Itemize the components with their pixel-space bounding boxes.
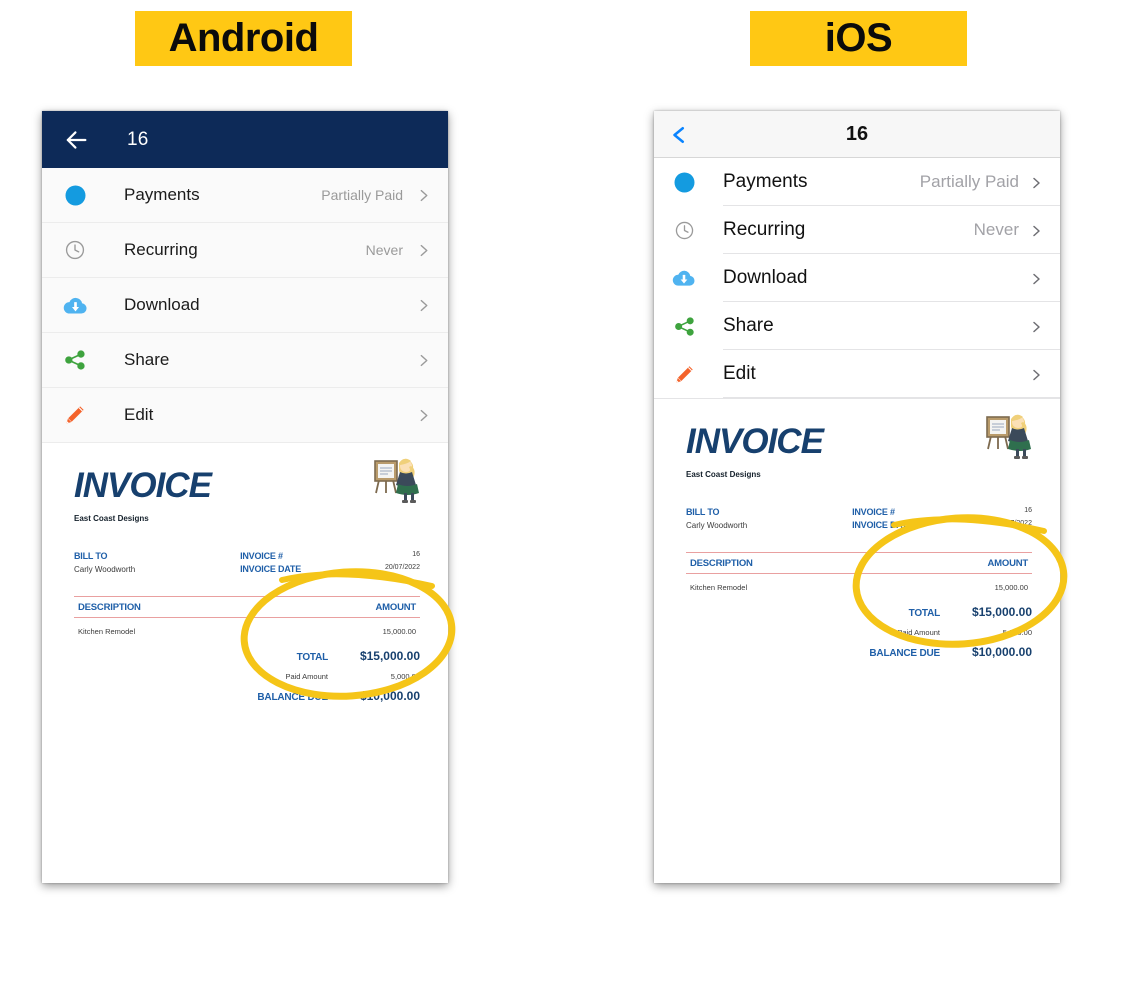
android-page-title: 16 <box>127 128 149 150</box>
android-row-edit[interactable]: Edit <box>42 388 448 443</box>
chevron-left-icon[interactable] <box>670 122 686 146</box>
chevron-right-icon <box>417 409 430 422</box>
invoice-bill-to-label: BILL TO <box>74 551 108 561</box>
invoice-total-label: TOTAL <box>296 652 329 663</box>
payments-dot-icon <box>672 170 696 194</box>
android-row-label: Download <box>124 295 200 314</box>
ios-row-recurring[interactable]: Recurring Never <box>654 206 1060 254</box>
invoice-line-item-amount: 15,000.00 <box>382 627 416 636</box>
invoice-paid-value: 5,000.00 <box>1002 628 1032 637</box>
android-phone-screenshot: 16 Payments Partially Paid Recurring Nev… <box>42 111 448 883</box>
android-row-label: Share <box>124 350 170 369</box>
invoice-company-name: East Coast Designs <box>686 470 761 479</box>
android-row-value: Never <box>365 242 403 258</box>
android-row-recurring[interactable]: Recurring Never <box>42 223 448 278</box>
chevron-right-icon <box>417 354 430 367</box>
android-row-label: Payments <box>124 185 200 204</box>
invoice-line-item-amount: 15,000.00 <box>994 583 1028 592</box>
invoice-col-amount: AMOUNT <box>375 602 417 613</box>
invoice-number-label: INVOICE # <box>852 507 895 517</box>
ios-row-edit[interactable]: Edit <box>654 350 1060 398</box>
ios-row-label: Payments <box>723 171 808 192</box>
ios-invoice-preview: INVOICE East Coast Designs BILL TO Carly… <box>654 398 1060 879</box>
invoice-company-name: East Coast Designs <box>74 514 149 523</box>
chevron-right-icon <box>1030 224 1042 237</box>
invoice-line-item-description: Kitchen Remodel <box>78 627 136 636</box>
chevron-right-icon <box>1030 320 1042 333</box>
share-icon <box>672 314 696 338</box>
android-row-label: Edit <box>124 405 154 424</box>
invoice-number-value: 16 <box>1024 507 1032 514</box>
chevron-right-icon <box>417 299 430 312</box>
ios-phone-screenshot: 16 Payments Partially Paid Recurring Nev… <box>654 111 1060 883</box>
invoice-paid-label: Paid Amount <box>897 628 940 637</box>
invoice-bill-to-label: BILL TO <box>686 507 720 517</box>
invoice-date-value: 20/07/2022 <box>996 520 1032 527</box>
invoice-col-description: DESCRIPTION <box>690 558 753 569</box>
invoice-table-bottom-rule <box>74 617 420 618</box>
invoice-total-label: TOTAL <box>908 608 941 619</box>
ios-page-title: 16 <box>845 122 869 145</box>
invoice-line-item-description: Kitchen Remodel <box>690 583 748 592</box>
android-action-list: Payments Partially Paid Recurring Never <box>42 168 448 443</box>
ios-row-label: Edit <box>723 363 756 384</box>
invoice-bill-to-name: Carly Woodworth <box>74 565 136 574</box>
invoice-col-description: DESCRIPTION <box>78 602 141 613</box>
clock-icon <box>672 218 696 242</box>
android-row-value: Partially Paid <box>321 187 403 203</box>
invoice-col-amount: AMOUNT <box>987 558 1029 569</box>
android-row-payments[interactable]: Payments Partially Paid <box>42 168 448 223</box>
android-row-label: Recurring <box>124 240 198 259</box>
ios-row-value: Never <box>973 220 1019 239</box>
invoice-date-label: INVOICE DATE <box>240 564 302 574</box>
invoice-date-value: 20/07/2022 <box>384 564 420 571</box>
ios-nav-bar: 16 <box>654 111 1060 158</box>
ios-row-label: Download <box>723 267 808 288</box>
android-row-download[interactable]: Download <box>42 278 448 333</box>
invoice-number-value: 16 <box>412 551 420 558</box>
artist-at-easel-illustration <box>980 405 1032 466</box>
android-row-share[interactable]: Share <box>42 333 448 388</box>
platform-badge-android: Android <box>135 11 352 66</box>
invoice-paid-label: Paid Amount <box>285 672 328 681</box>
invoice-bill-to-name: Carly Woodworth <box>686 521 748 530</box>
invoice-paid-value: 5,000.00 <box>390 672 420 681</box>
share-icon <box>62 347 88 373</box>
pencil-icon <box>62 402 88 428</box>
invoice-balance-label: BALANCE DUE <box>257 692 328 703</box>
ios-row-label: Share <box>723 315 774 336</box>
cloud-download-icon <box>62 292 88 318</box>
chevron-right-icon <box>417 244 430 257</box>
chevron-right-icon <box>1030 272 1042 285</box>
arrow-left-icon[interactable] <box>62 126 90 154</box>
clock-icon <box>62 237 88 263</box>
payments-dot-icon <box>62 182 88 208</box>
pencil-icon <box>672 362 696 386</box>
cloud-download-icon <box>672 266 696 290</box>
invoice-total-value: $15,000.00 <box>359 649 420 663</box>
android-app-bar: 16 <box>42 111 448 168</box>
invoice-total-value: $15,000.00 <box>971 605 1032 619</box>
invoice-balance-label: BALANCE DUE <box>869 648 940 659</box>
ios-row-share[interactable]: Share <box>654 302 1060 350</box>
invoice-table-bottom-rule <box>686 573 1032 574</box>
invoice-date-label: INVOICE DATE <box>852 520 914 530</box>
artist-at-easel-illustration <box>368 449 420 510</box>
chevron-right-icon <box>1030 368 1042 381</box>
android-invoice-preview: INVOICE East Coast Designs BILL TO Carly… <box>42 443 448 883</box>
invoice-balance-value: $10,000.00 <box>359 689 420 703</box>
chevron-right-icon <box>417 189 430 202</box>
ios-row-value: Partially Paid <box>919 172 1019 191</box>
invoice-balance-value: $10,000.00 <box>971 645 1032 659</box>
platform-badge-ios: iOS <box>750 11 967 66</box>
ios-row-download[interactable]: Download <box>654 254 1060 302</box>
ios-action-list: Payments Partially Paid Recurring Never <box>654 158 1060 398</box>
invoice-number-label: INVOICE # <box>240 551 283 561</box>
chevron-right-icon <box>1030 176 1042 189</box>
ios-row-payments[interactable]: Payments Partially Paid <box>654 158 1060 206</box>
ios-row-label: Recurring <box>723 219 806 240</box>
